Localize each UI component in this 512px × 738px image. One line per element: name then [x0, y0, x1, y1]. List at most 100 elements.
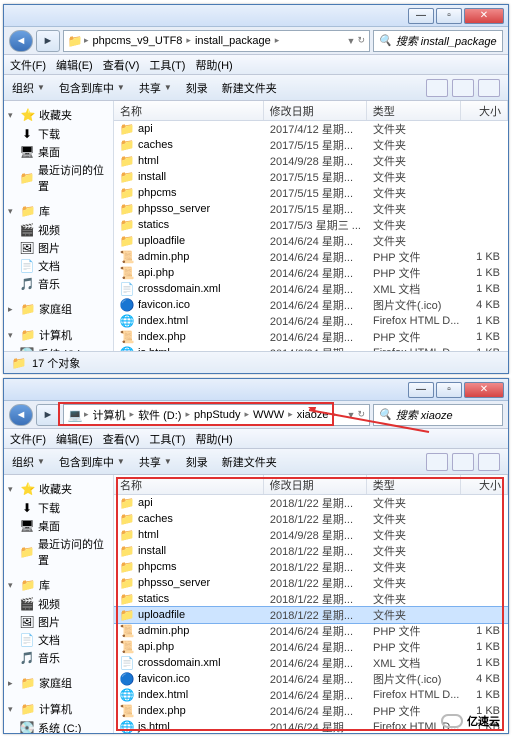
menu-edit[interactable]: 编辑(E) [56, 431, 93, 447]
sidebar-item[interactable]: ⬇下载 [6, 125, 111, 143]
col-date[interactable]: 修改日期 [264, 101, 367, 120]
sidebar-item[interactable]: 🖥桌面 [6, 143, 111, 161]
include-library-button[interactable]: 包含到库中▼ [59, 80, 125, 96]
sidebar-item[interactable]: 🎵音乐 [6, 275, 111, 293]
col-type[interactable]: 类型 [367, 475, 461, 494]
menu-file[interactable]: 文件(F) [10, 57, 46, 73]
menu-view[interactable]: 查看(V) [103, 57, 140, 73]
refresh-icon[interactable]: ↻ [357, 409, 365, 420]
file-row[interactable]: 🔵favicon.ico2014/6/24 星期...图片文件(.ico)4 K… [114, 297, 508, 313]
sidebar-item[interactable]: 📄文档 [6, 257, 111, 275]
col-size[interactable]: 大小 [461, 475, 508, 494]
sidebar-item[interactable]: 🖥桌面 [6, 517, 111, 535]
breadcrumb-seg[interactable]: 计算机 [91, 407, 128, 423]
file-row[interactable]: 📁phpsso_server2017/5/15 星期...文件夹 [114, 201, 508, 217]
search-input[interactable]: 🔍 搜索 install_package [373, 30, 503, 52]
file-row[interactable]: 📁html2014/9/28 星期...文件夹 [114, 153, 508, 169]
sidebar-header[interactable]: ▾📁计算机 [6, 325, 111, 345]
sidebar-header[interactable]: ▾📁库 [6, 201, 111, 221]
burn-button[interactable]: 刻录 [186, 454, 208, 470]
dropdown-icon[interactable]: ▼ [347, 36, 356, 46]
file-row[interactable]: 📁statics2018/1/22 星期...文件夹 [114, 591, 508, 607]
file-row[interactable]: 📁install2017/5/15 星期...文件夹 [114, 169, 508, 185]
breadcrumb-seg[interactable]: install_package [193, 35, 273, 47]
sidebar-item[interactable]: 💽系统 (C:) [6, 719, 111, 733]
col-type[interactable]: 类型 [367, 101, 461, 120]
file-row[interactable]: 🌐index.html2014/6/24 星期...Firefox HTML D… [114, 313, 508, 329]
close-button[interactable]: ✕ [464, 382, 504, 398]
file-row[interactable]: 📁phpcms2017/5/15 星期...文件夹 [114, 185, 508, 201]
file-row[interactable]: 📁uploadfile2014/6/24 星期...文件夹 [114, 233, 508, 249]
file-list[interactable]: 📁api2017/4/12 星期...文件夹📁caches2017/5/15 星… [114, 121, 508, 351]
burn-button[interactable]: 刻录 [186, 80, 208, 96]
minimize-button[interactable]: — [408, 382, 434, 398]
sidebar-item[interactable]: 🎬视频 [6, 221, 111, 239]
search-input[interactable]: 🔍 搜索 xiaoze [373, 404, 503, 426]
sidebar-item[interactable]: 🎬视频 [6, 595, 111, 613]
new-folder-button[interactable]: 新建文件夹 [222, 80, 277, 96]
maximize-button[interactable]: ▫ [436, 382, 462, 398]
view-mode-button[interactable] [426, 79, 448, 97]
sidebar-header[interactable]: ▸📁家庭组 [6, 299, 111, 319]
organize-button[interactable]: 组织▼ [12, 80, 45, 96]
sidebar-item[interactable]: 🎵音乐 [6, 649, 111, 667]
breadcrumb-seg[interactable]: phpStudy [192, 409, 242, 421]
sidebar-item[interactable]: 🖼图片 [6, 239, 111, 257]
file-list[interactable]: 📁api2018/1/22 星期...文件夹📁caches2018/1/22 星… [114, 495, 508, 733]
include-library-button[interactable]: 包含到库中▼ [59, 454, 125, 470]
file-row[interactable]: 📜api.php2014/6/24 星期...PHP 文件1 KB [114, 265, 508, 281]
preview-pane-button[interactable] [452, 453, 474, 471]
sidebar-item[interactable]: 💽系统 (C:) [6, 345, 111, 351]
menu-tools[interactable]: 工具(T) [149, 57, 185, 73]
share-button[interactable]: 共享▼ [139, 80, 172, 96]
refresh-icon[interactable]: ↻ [357, 35, 365, 46]
help-button[interactable] [478, 79, 500, 97]
sidebar-header[interactable]: ▾📁库 [6, 575, 111, 595]
sidebar-item[interactable]: 📄文档 [6, 631, 111, 649]
col-name[interactable]: 名称 [114, 475, 264, 494]
file-row[interactable]: 📁api2018/1/22 星期...文件夹 [114, 495, 508, 511]
back-button[interactable]: ◄ [9, 30, 33, 52]
view-mode-button[interactable] [426, 453, 448, 471]
titlebar[interactable]: — ▫ ✕ [4, 5, 508, 27]
file-row[interactable]: 📁phpcms2018/1/22 星期...文件夹 [114, 559, 508, 575]
breadcrumb[interactable]: 💻 ▸ 计算机 ▸ 软件 (D:) ▸ phpStudy ▸ WWW ▸ xia… [63, 404, 370, 426]
breadcrumb[interactable]: 📁 ▸ phpcms_v9_UTF8 ▸ install_package ▸ ▼… [63, 30, 370, 52]
minimize-button[interactable]: — [408, 8, 434, 24]
file-row[interactable]: 📁statics2017/5/3 星期三 ...文件夹 [114, 217, 508, 233]
file-row[interactable]: 📁api2017/4/12 星期...文件夹 [114, 121, 508, 137]
maximize-button[interactable]: ▫ [436, 8, 462, 24]
sidebar-header[interactable]: ▾⭐收藏夹 [6, 105, 111, 125]
close-button[interactable]: ✕ [464, 8, 504, 24]
breadcrumb-seg[interactable]: phpcms_v9_UTF8 [91, 35, 185, 47]
file-row[interactable]: 📄crossdomain.xml2014/6/24 星期...XML 文档1 K… [114, 281, 508, 297]
breadcrumb-seg[interactable]: WWW [251, 409, 286, 421]
forward-button[interactable]: ► [36, 30, 60, 52]
menu-help[interactable]: 帮助(H) [195, 57, 232, 73]
menu-help[interactable]: 帮助(H) [195, 431, 232, 447]
file-row[interactable]: 📁caches2018/1/22 星期...文件夹 [114, 511, 508, 527]
file-row[interactable]: 📁uploadfile2018/1/22 星期...文件夹 [114, 607, 508, 623]
sidebar-header[interactable]: ▾⭐收藏夹 [6, 479, 111, 499]
col-date[interactable]: 修改日期 [264, 475, 367, 494]
file-row[interactable]: 📄crossdomain.xml2014/6/24 星期...XML 文档1 K… [114, 655, 508, 671]
back-button[interactable]: ◄ [9, 404, 33, 426]
file-row[interactable]: 🌐index.html2014/6/24 星期...Firefox HTML D… [114, 687, 508, 703]
new-folder-button[interactable]: 新建文件夹 [222, 454, 277, 470]
forward-button[interactable]: ► [36, 404, 60, 426]
sidebar-item[interactable]: 🖼图片 [6, 613, 111, 631]
menu-edit[interactable]: 编辑(E) [56, 57, 93, 73]
file-row[interactable]: 🔵favicon.ico2014/6/24 星期...图片文件(.ico)4 K… [114, 671, 508, 687]
file-row[interactable]: 📜admin.php2014/6/24 星期...PHP 文件1 KB [114, 249, 508, 265]
breadcrumb-seg[interactable]: 软件 (D:) [136, 407, 183, 423]
preview-pane-button[interactable] [452, 79, 474, 97]
organize-button[interactable]: 组织▼ [12, 454, 45, 470]
menu-file[interactable]: 文件(F) [10, 431, 46, 447]
file-row[interactable]: 📜admin.php2014/6/24 星期...PHP 文件1 KB [114, 623, 508, 639]
file-row[interactable]: 📜index.php2014/6/24 星期...PHP 文件1 KB [114, 329, 508, 345]
file-row[interactable]: 📜api.php2014/6/24 星期...PHP 文件1 KB [114, 639, 508, 655]
titlebar[interactable]: — ▫ ✕ [4, 379, 508, 401]
file-row[interactable]: 🌐js.html2014/6/24 星期...Firefox HTML D...… [114, 345, 508, 351]
help-button[interactable] [478, 453, 500, 471]
share-button[interactable]: 共享▼ [139, 454, 172, 470]
